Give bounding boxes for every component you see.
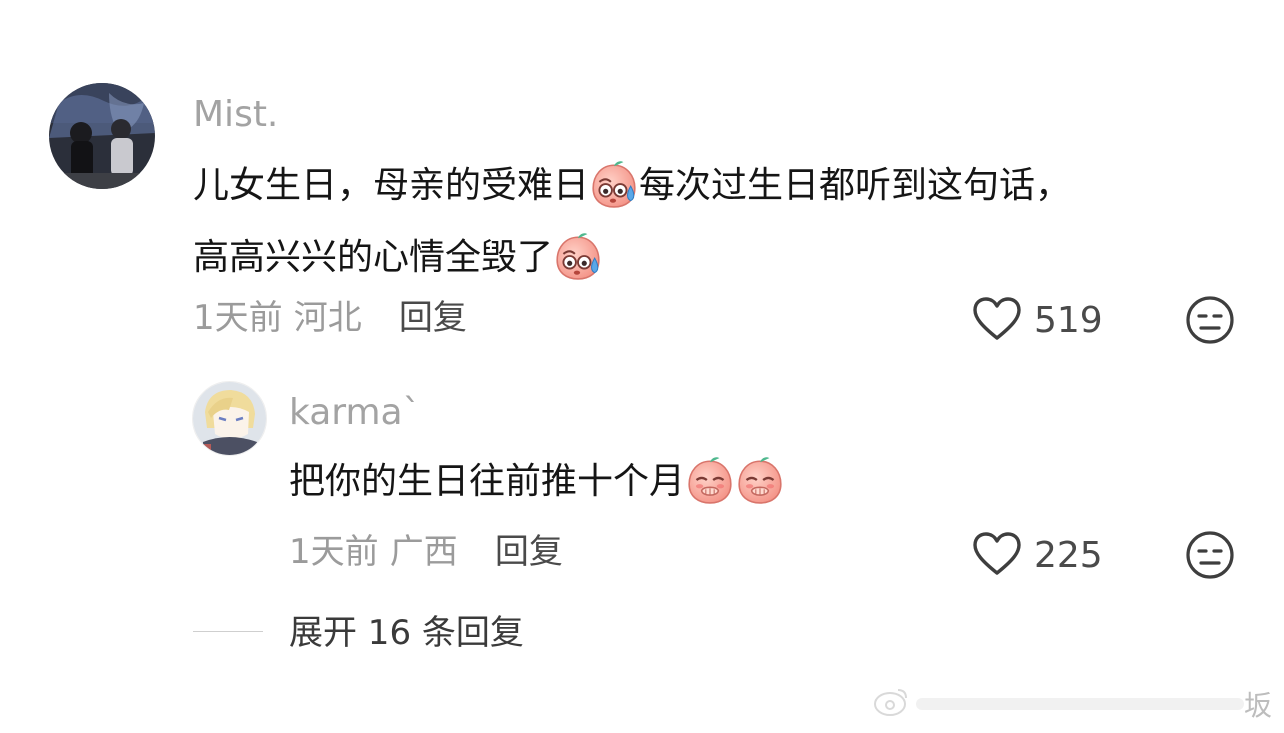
comment-like-count: 519 [1034,300,1103,341]
reply-like-button[interactable]: 225 [972,531,1103,581]
comment-like-button[interactable]: 519 [972,296,1103,346]
expand-divider [193,631,263,632]
meh-face-icon [1185,296,1235,349]
reply-time: 1天前 [289,532,379,572]
heart-outline-icon [972,531,1022,581]
expand-replies-button[interactable]: 展开 16 条回复 [289,613,524,653]
comment-location: 河北 [293,298,362,338]
comment-meta: 1天前 河北 回复 [193,298,467,338]
comment-text-part2: 每次过生日都听到这句话， [639,165,1072,206]
watermark: 坂 [872,684,1284,724]
comment-time: 1天前 [193,298,283,338]
peach-cover-mouth-emoji [735,455,785,524]
comment-text-part3: 高高兴兴的心情全毁了 [193,237,554,278]
avatar-image [193,382,266,455]
watermark-text: 坂 [1243,689,1272,722]
peach-sweat-emoji [589,159,639,228]
reply-text: 把你的生日往前推十个月 [289,452,785,524]
meh-face-icon [1185,531,1235,584]
peach-sweat-emoji [553,231,603,300]
avatar-image [49,83,155,189]
reply-like-count: 225 [1034,535,1103,576]
comment-text: 儿女生日，母亲的受难日 每次过生日都听到这句话， 高高兴兴的心情全毁了 [193,156,1203,300]
avatar-karma[interactable] [192,381,267,456]
reply-text-content: 把你的生日往前推十个月 [289,461,686,502]
avatar-mist[interactable] [49,83,155,189]
heart-outline-icon [972,296,1022,346]
reply-meta: 1天前 广西 回复 [289,532,563,572]
comment-username[interactable]: Mist. [193,95,278,135]
reply-reply-button[interactable]: 回复 [495,532,563,572]
watermark-bar [916,698,1244,710]
comment-dislike-button[interactable] [1185,295,1235,349]
peach-cover-mouth-emoji [685,455,735,524]
watermark-logo-icon [872,684,912,724]
reply-dislike-button[interactable] [1185,530,1235,584]
reply-username[interactable]: karma` [289,393,421,433]
comment-text-part1: 儿女生日，母亲的受难日 [193,165,590,206]
reply-location: 广西 [389,532,458,572]
comment-reply-button[interactable]: 回复 [399,298,467,338]
